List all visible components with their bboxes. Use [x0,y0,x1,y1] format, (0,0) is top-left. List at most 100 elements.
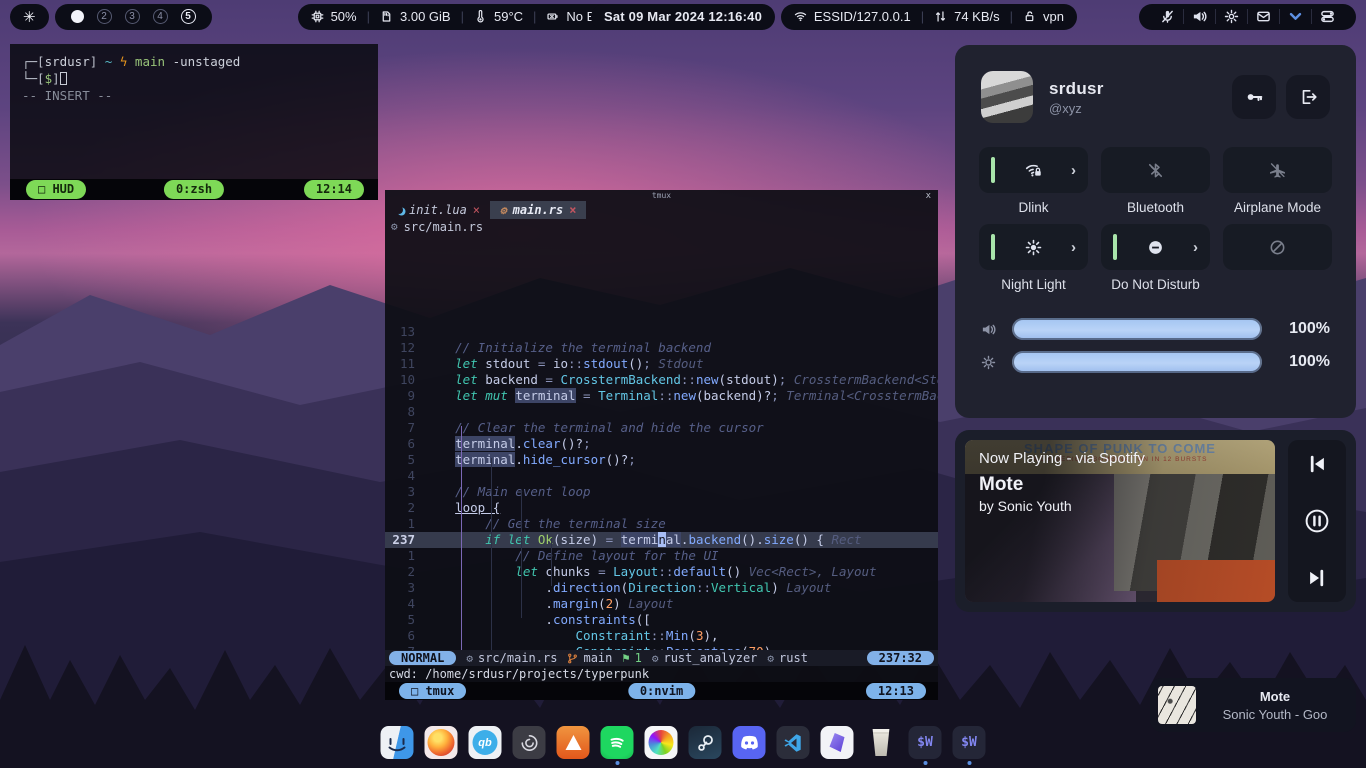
line-number: 5 [385,452,425,468]
code-line: 3 .direction(Direction::Vertical) Layout [385,580,938,596]
next-icon[interactable] [1306,567,1328,589]
previous-icon[interactable] [1306,453,1328,475]
key-icon [1245,88,1263,106]
tab-close-icon[interactable]: × [473,203,480,217]
prompt-path: ~ [105,54,113,69]
code-line: 6 Constraint::Min(3), [385,628,938,644]
toggle-airplane-mode[interactable] [1223,147,1332,193]
line-number: 7 [385,420,425,436]
arrow-down-icon[interactable] [1279,9,1311,24]
workspace-1[interactable] [71,10,84,23]
running-indicator [967,761,971,765]
dock-item-obsidian[interactable] [821,726,854,759]
network-status[interactable]: ESSID/127.0.0.1 | 74 KB/s | vpn [781,4,1077,30]
dock-item-swirl-app[interactable] [513,726,546,759]
terminal-output: ┌─[srdusr] ~ ϟ main -unstaged └─[$] -- I… [10,44,378,113]
tab-main-rs[interactable]: ⚙ main.rs × [490,201,586,219]
dock-item-firefox[interactable] [425,726,458,759]
code-line: 9 let mut terminal = Terminal::new(backe… [385,388,938,404]
filetype: rust [779,651,808,665]
toggle-do-not-disturb[interactable]: › [1101,224,1210,270]
logout-button[interactable] [1286,75,1330,119]
dock-item-sw-app-2[interactable]: $W [953,726,986,759]
tab-close-icon[interactable]: × [569,203,576,217]
temperature: 59°C [494,9,523,24]
microphone-muted-icon[interactable] [1152,9,1183,24]
vi-mode: -- INSERT -- [22,88,112,103]
editor-window[interactable]: tmux x init.lua × ⚙ main.rs × ⚙ src/main… [385,190,938,699]
workspace-3[interactable]: 3 [125,9,140,24]
dock-item-sw-app-1[interactable]: $W [909,726,942,759]
dock-item-photos[interactable] [645,726,678,759]
volume-icon[interactable] [1183,9,1215,24]
essid: ESSID/127.0.0.1 [814,9,911,24]
cwd-line: cwd: /home/srdusr/projects/typerpunk [385,666,938,682]
vpn-lock-icon [1023,10,1036,23]
git-branch-icon [567,653,578,664]
tab-init-lua[interactable]: init.lua × [385,201,490,219]
tmux-session[interactable]: 0:zsh [164,180,224,199]
code-line: 1 // Define layout for the UI [385,548,938,564]
toggle-label: Do Not Disturb [1111,277,1200,293]
code-line: 7 // Clear the terminal and hide the cur… [385,420,938,436]
lsp-server: rust_analyzer [663,651,757,665]
toggle-blocked[interactable] [1223,224,1332,270]
toggle-bluetooth[interactable] [1101,147,1210,193]
statusline-branch: main [583,651,612,665]
gear-icon: ⚙ [652,652,659,665]
workspace-5[interactable]: 5 [181,9,196,24]
close-window-button[interactable]: x [926,191,931,201]
code-line: 5 .constraints([ [385,612,938,628]
system-stats: 50% | 3.00 GiB | 59°C | No Bat [298,4,620,30]
code-line: 7 Constraint::Percentage(70), [385,644,938,650]
toggle-dlink[interactable]: › [979,147,1088,193]
volume-slider[interactable] [1012,318,1262,340]
mail-icon[interactable] [1247,9,1279,24]
toggles-icon[interactable] [1311,9,1343,24]
dock-item-discord[interactable] [733,726,766,759]
code-area[interactable]: 1312 // Initialize the terminal backend1… [385,234,938,650]
lock-keys-button[interactable] [1232,75,1276,119]
prompt-prefix: ┌─[ [22,54,45,69]
pause-icon[interactable] [1304,508,1330,534]
code-line: 6 terminal.clear()?; [385,436,938,452]
airplane-off-icon [1269,162,1286,179]
dock-item-vlc[interactable] [557,726,590,759]
control-center: srdusr @xyz ›DlinkBluetoothAirplane Mode… [955,45,1356,418]
line-number: 1 [385,516,425,532]
brightness-slider[interactable] [1012,351,1262,373]
temperature-icon [474,10,487,23]
clock[interactable]: Sat 09 Mar 2024 12:16:40 [591,4,775,30]
album-thumbnail [1158,686,1196,724]
statusline-file: src/main.rs [478,651,557,665]
snowflake-logo-icon: ✳ [23,8,36,26]
window-titlebar: tmux x [385,190,938,201]
running-indicator [615,761,619,765]
media-notification[interactable]: Mote Sonic Youth - Goo [1150,678,1356,732]
vim-mode: NORMAL [389,651,456,665]
dock-item-qbittorrent[interactable]: qb [469,726,502,759]
dock: qb $W $W [381,726,986,759]
wifi-lock-icon [1025,162,1042,179]
now-playing-label: Now Playing - via Spotify [979,450,1145,467]
dock-item-steam[interactable] [689,726,722,759]
launcher-button[interactable]: ✳ [10,4,49,30]
toggle-night-light[interactable]: › [979,224,1088,270]
dock-item-spotify[interactable] [601,726,634,759]
settings-icon[interactable] [1215,9,1247,24]
user-handle: @xyz [1049,101,1104,116]
tmux-window-name[interactable]: □ HUD [26,180,86,199]
dock-item-file-manager[interactable] [381,726,414,759]
dock-item-trash[interactable] [865,726,898,759]
code-line: 8 [385,404,938,420]
workspace-4[interactable]: 4 [153,9,168,24]
workspace-2[interactable]: 2 [97,9,112,24]
dock-item-vscode[interactable] [777,726,810,759]
tmux-session[interactable]: 0:nvim [628,683,695,699]
tmux-window-name[interactable]: □ tmux [399,683,466,699]
line-number: 3 [385,484,425,500]
code-line: 3 // Main event loop [385,484,938,500]
workspace-switcher: 2345 [55,4,212,30]
bluetooth-off-icon [1147,162,1164,179]
terminal-window[interactable]: ┌─[srdusr] ~ ϟ main -unstaged └─[$] -- I… [10,44,378,200]
